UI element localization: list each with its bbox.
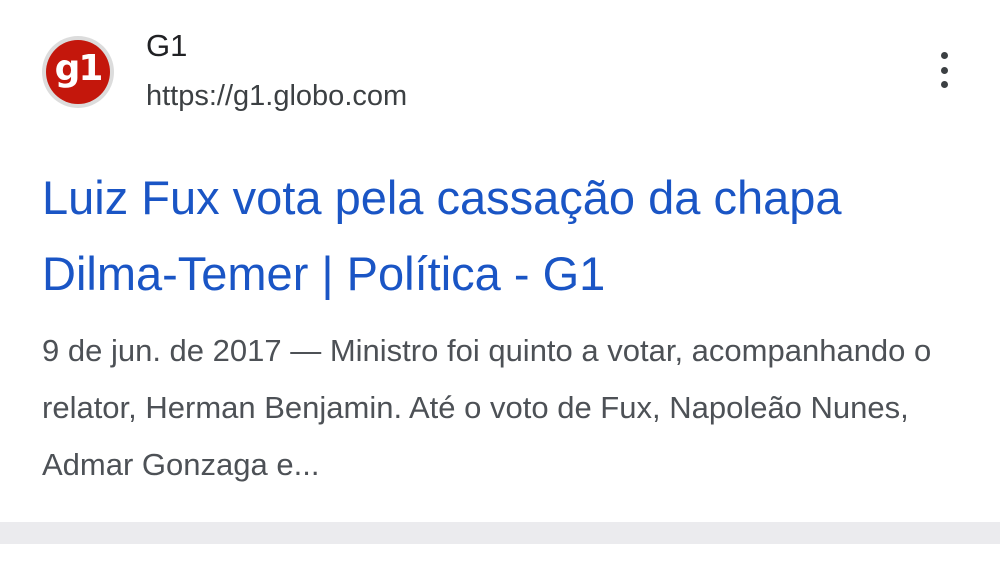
result-snippet: 9 de jun. de 2017 — Ministro foi quinto … (42, 322, 952, 493)
more-options-button[interactable] (932, 52, 956, 88)
site-name: G1 (146, 28, 188, 63)
result-divider (0, 522, 1000, 544)
result-title-link[interactable]: Luiz Fux vota pela cassação da chapa Dil… (42, 160, 942, 312)
search-result-card: g1 G1 https://g1.globo.com Luiz Fux vota… (0, 0, 1000, 522)
site-url: https://g1.globo.com (146, 80, 408, 112)
snippet-separator: — (281, 333, 330, 368)
g1-logo-icon: g1 (42, 36, 114, 108)
more-vert-icon-dot (940, 66, 948, 74)
result-date: 9 de jun. de 2017 (42, 333, 282, 368)
result-source[interactable]: g1 G1 https://g1.globo.com (42, 28, 407, 118)
more-vert-icon (940, 52, 948, 59)
more-vert-icon-dot (940, 81, 948, 88)
source-text: G1 https://g1.globo.com (146, 28, 407, 114)
logo-text: g1 (46, 40, 110, 104)
